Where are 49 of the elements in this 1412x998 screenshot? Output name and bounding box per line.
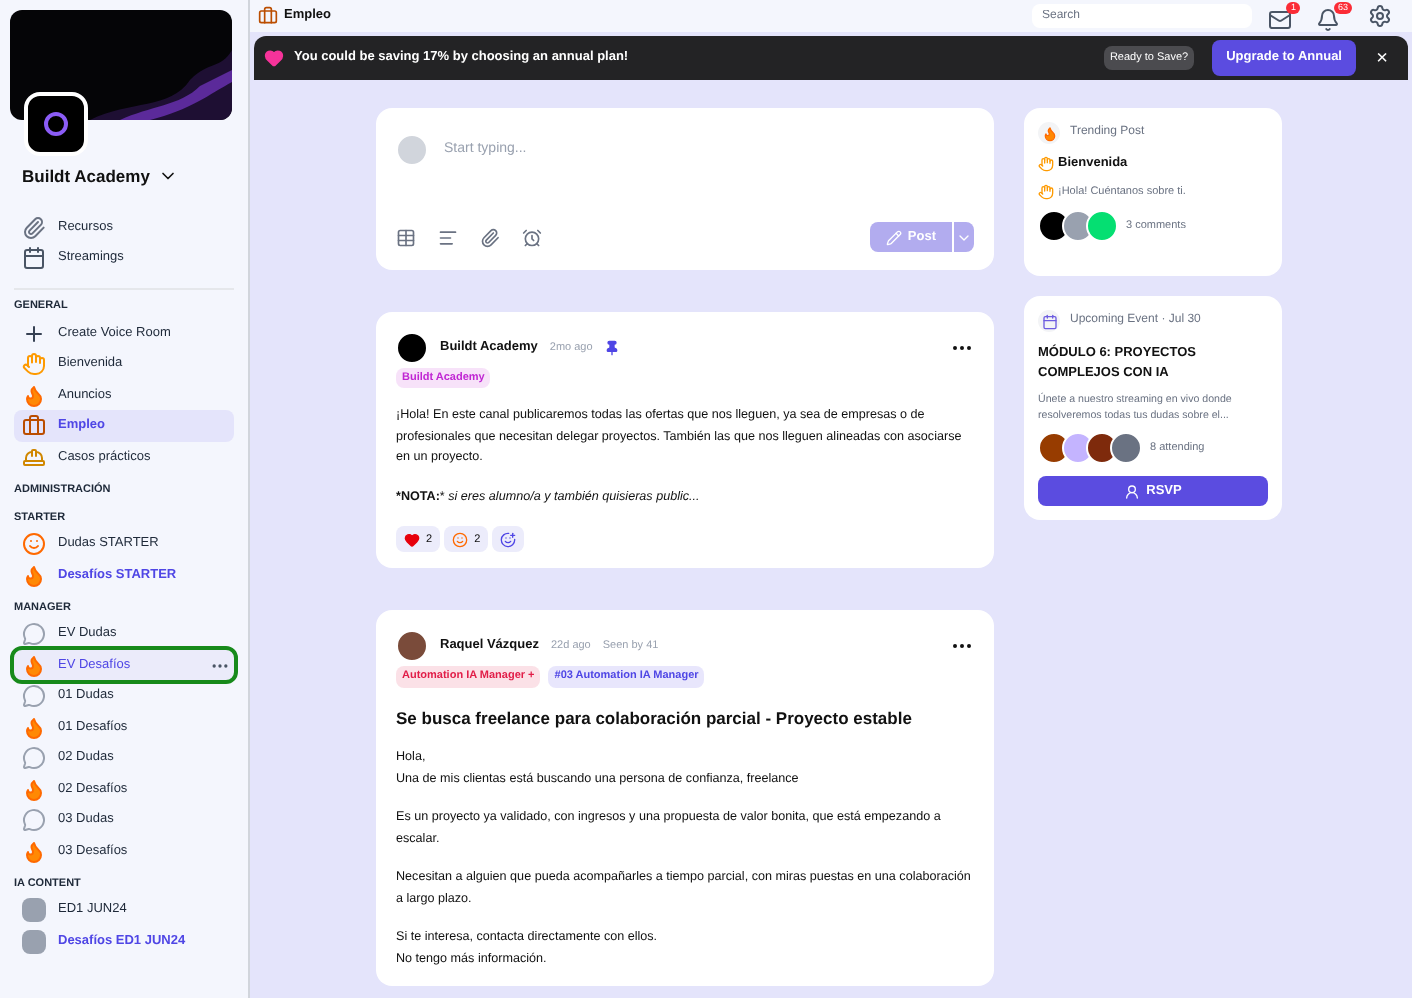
flame-icon <box>22 839 46 863</box>
flame-icon <box>22 383 46 407</box>
hand-icon <box>1038 155 1054 172</box>
bag-icon <box>258 6 278 26</box>
speech-bubble-icon <box>22 622 46 646</box>
member-avatar <box>1038 210 1070 242</box>
speech-bubble-icon <box>22 684 46 708</box>
paperclip-icon[interactable] <box>480 227 500 247</box>
author-avatar <box>396 630 428 663</box>
heart-icon <box>404 531 420 548</box>
flame-icon <box>1041 125 1057 141</box>
community-name: Buildt Academy <box>22 164 150 190</box>
paperclip-icon <box>22 216 46 241</box>
author-avatar <box>396 332 428 364</box>
pencil-icon <box>885 229 902 245</box>
mail-icon <box>1268 7 1292 31</box>
settings-icon[interactable] <box>1368 4 1392 28</box>
plus-icon <box>22 321 46 345</box>
alarm-icon[interactable] <box>522 227 542 247</box>
bag-icon <box>22 414 46 438</box>
speech-bubble-icon <box>22 808 46 832</box>
flame-icon <box>22 715 46 739</box>
heart-icon <box>264 48 284 68</box>
close-button[interactable]: × <box>1366 43 1398 73</box>
user-avatar <box>396 134 428 166</box>
calendar-icon <box>1041 313 1057 329</box>
table-icon[interactable] <box>396 227 416 247</box>
hand-icon <box>22 352 46 376</box>
community-logo <box>24 92 88 156</box>
calendar-icon <box>22 246 46 271</box>
flame-icon <box>22 653 46 677</box>
bell-icon <box>1316 7 1340 31</box>
hardhat-icon <box>22 445 46 469</box>
hand-icon <box>1038 183 1054 200</box>
add-reaction-icon <box>500 531 517 548</box>
person-icon <box>1124 483 1141 499</box>
speech-bubble-icon <box>22 746 46 770</box>
member-avatar <box>1038 432 1070 464</box>
member-avatar <box>1110 432 1142 464</box>
member-avatar <box>1086 432 1118 464</box>
smile-icon <box>452 531 469 548</box>
community-switcher[interactable]: Buildt Academy <box>0 160 248 194</box>
face-icon <box>22 532 46 556</box>
flame-icon <box>22 777 46 801</box>
member-avatar <box>1086 210 1118 242</box>
text-align-icon[interactable] <box>438 227 458 247</box>
post-title: Se busca freelance para colaboración parcial - Proyecto estable <box>396 705 914 731</box>
flame-icon <box>22 563 46 587</box>
reaction-button[interactable] <box>492 526 525 553</box>
